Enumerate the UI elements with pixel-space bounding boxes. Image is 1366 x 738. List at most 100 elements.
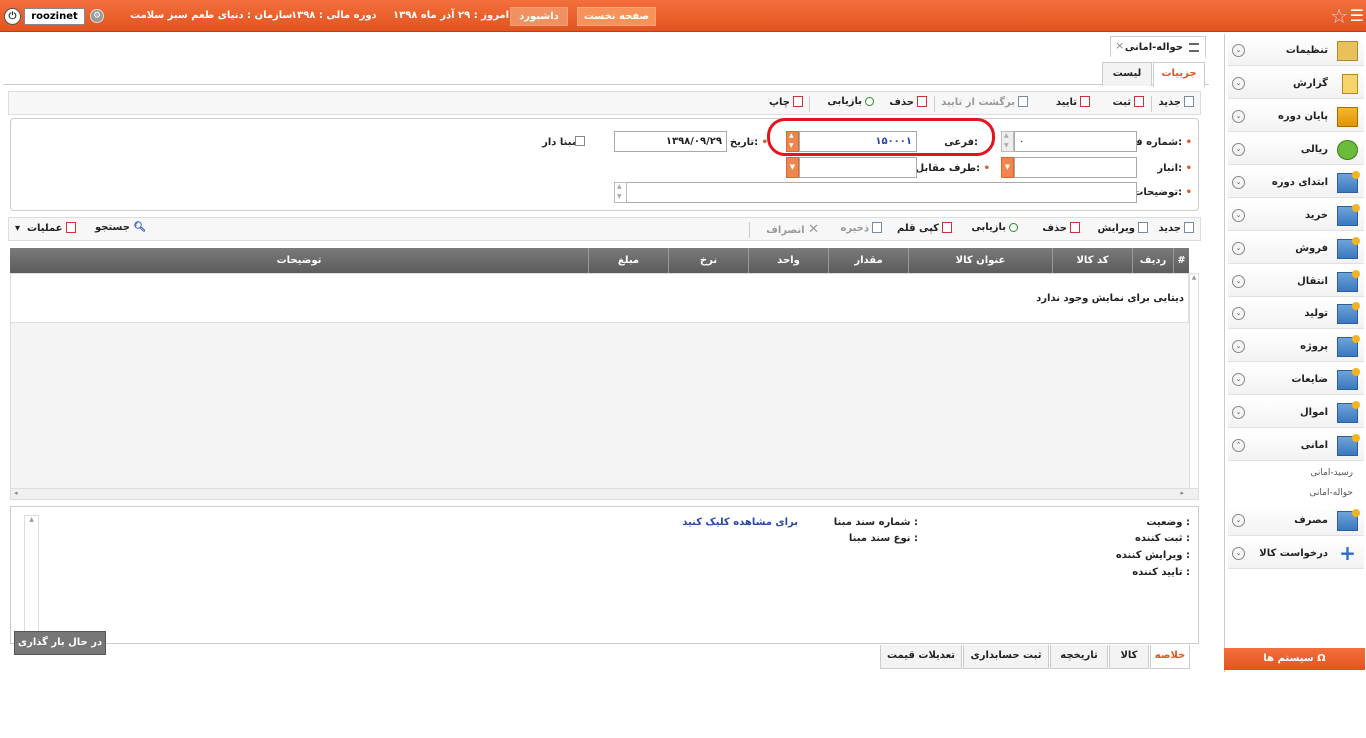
close-icon[interactable]: × (1115, 39, 1124, 52)
column-header[interactable]: عنوان کالا (908, 248, 1052, 273)
tab-accounting[interactable]: ثبت حسابداری (963, 645, 1049, 669)
gear-icon[interactable]: ⚙ (90, 9, 104, 23)
approve-icon (1080, 96, 1090, 107)
sidebar-item-sales[interactable]: فروش ⌄ (1228, 234, 1364, 264)
item-copy-button[interactable]: کپی قلم (897, 222, 952, 234)
tab-history[interactable]: تاریخچه (1050, 645, 1108, 669)
chevron-down-icon[interactable]: ⌄ (1232, 44, 1245, 57)
sidebar-subitem-consignment-receipt[interactable]: رسید-امانی (1310, 468, 1353, 478)
sidebar-item-project[interactable]: پروژه ⌄ (1228, 332, 1364, 362)
operations-button[interactable]: ▾ عملیات (15, 222, 76, 234)
username-box: roozinet (24, 8, 85, 25)
sidebar-item-goods-request[interactable]: + درخواست کالا ⌄ (1228, 539, 1364, 569)
menu-icon[interactable]: ☰ (1350, 6, 1364, 25)
sidebar-subitem-consignment-remittance[interactable]: حواله-امانی (1309, 488, 1353, 498)
date-input[interactable]: ۱۳۹۸/۰۹/۲۹ (614, 131, 727, 152)
column-header[interactable]: واحد (748, 248, 828, 273)
dashboard-button[interactable]: داشبورد (510, 7, 568, 26)
tab-list[interactable]: لیست (1102, 62, 1152, 86)
description-input[interactable] (614, 182, 1137, 203)
document-tab-title: حواله-امانی (1124, 42, 1183, 53)
sidebar-item-assets[interactable]: اموال ⌄ (1228, 398, 1364, 428)
approve-button[interactable]: تایید (1056, 96, 1090, 108)
chevron-down-icon[interactable]: ⌄ (1232, 110, 1245, 123)
chevron-down-icon[interactable]: ⌄ (1232, 340, 1245, 353)
item-cancel-button[interactable]: انصراف ✕ (766, 222, 819, 237)
column-header[interactable]: ردیف (1132, 248, 1173, 273)
chevron-down-icon[interactable]: ⌄ (1232, 275, 1245, 288)
column-header[interactable]: # (1173, 248, 1189, 273)
table-icon (1337, 401, 1360, 423)
sidebar-item-label: تولید (1304, 308, 1328, 319)
column-header[interactable]: مقدار (828, 248, 908, 273)
description-spinner[interactable] (614, 182, 627, 203)
sidebar-item-transfer[interactable]: انتقال ⌄ (1228, 267, 1364, 297)
view-base-doc-link[interactable]: برای مشاهده کلیک کنید (682, 517, 798, 528)
sidebar-item-consignment[interactable]: امانی ⌃ (1228, 431, 1364, 461)
print-button[interactable]: چاپ (769, 96, 803, 108)
chevron-down-icon[interactable]: ⌄ (1232, 373, 1245, 386)
unapprove-button[interactable]: برگشت از تایید (941, 96, 1028, 108)
delete-button[interactable]: حذف (889, 96, 927, 108)
empty-grid-message: دیتایی برای نمایش وجود ندارد (1036, 293, 1184, 304)
column-header[interactable]: مبلغ (588, 248, 668, 273)
warehouse-label: انبار: • (1157, 163, 1192, 174)
warehouse-dropdown-icon[interactable]: ▼ (1001, 157, 1014, 178)
sidebar-item-label: خرید (1305, 210, 1328, 221)
counterparty-select[interactable] (799, 157, 917, 178)
column-header[interactable]: توضیحات (10, 248, 588, 273)
tab-goods[interactable]: کالا (1109, 645, 1149, 669)
systems-button[interactable]: سیستم ها Ω (1224, 648, 1365, 670)
item-refresh-button[interactable]: بازیابی (971, 222, 1018, 233)
grid-vertical-scrollbar[interactable]: ▲ (1189, 273, 1199, 489)
chevron-down-icon[interactable]: ⌄ (1232, 406, 1245, 419)
tab-price-adjustments[interactable]: تعدیلات قیمت (880, 645, 962, 669)
home-button[interactable]: صفحه نخست (577, 7, 656, 26)
sidebar-item-purchase[interactable]: خرید ⌄ (1228, 201, 1364, 231)
search-button[interactable]: جستجو 🔍︎ (95, 222, 146, 233)
warehouse-select[interactable] (1014, 157, 1137, 178)
chevron-down-icon[interactable]: ⌄ (1232, 209, 1245, 222)
item-edit-button[interactable]: ویرایش (1097, 222, 1148, 234)
item-save-button[interactable]: ذخیره (840, 222, 882, 234)
based-checkbox[interactable] (575, 136, 585, 146)
sidebar-item-consumption[interactable]: مصرف ⌄ (1228, 506, 1364, 536)
today-date: امروز : ۲۹ آذر ماه ۱۳۹۸ (393, 10, 510, 21)
save-button[interactable]: ثبت (1113, 96, 1144, 108)
chevron-down-icon[interactable]: ⌄ (1232, 547, 1245, 560)
sidebar-item-waste[interactable]: ضایعات ⌄ (1228, 365, 1364, 395)
form-number-input[interactable]: ۰ (1014, 131, 1137, 152)
chevron-down-icon[interactable]: ⌄ (1232, 176, 1245, 189)
save-icon (872, 222, 882, 233)
tab-details[interactable]: جزییات (1153, 62, 1205, 87)
document-tab[interactable]: حواله-امانی × (1110, 36, 1206, 58)
favorite-star-icon[interactable]: ☆ (1330, 4, 1348, 28)
sidebar-item-period-start[interactable]: ابتدای دوره ⌄ (1228, 168, 1364, 198)
table-icon (1337, 368, 1360, 390)
chevron-down-icon[interactable]: ⌄ (1232, 143, 1245, 156)
sidebar-item-report[interactable]: گزارش ⌄ (1228, 69, 1364, 99)
table-icon (1337, 204, 1360, 226)
summary-scrollbar[interactable]: ▲ (24, 515, 39, 633)
counterparty-dropdown-icon[interactable]: ▼ (786, 157, 799, 178)
item-new-button[interactable]: جدید (1158, 222, 1194, 234)
tab-summary[interactable]: خلاصه (1150, 645, 1190, 669)
refresh-button[interactable]: بازیابی (827, 96, 874, 107)
sidebar-item-settings[interactable]: تنظیمات ⌄ (1228, 36, 1364, 66)
sidebar-item-production[interactable]: تولید ⌄ (1228, 299, 1364, 329)
sidebar-item-period-end[interactable]: پایان دوره ⌄ (1228, 102, 1364, 132)
column-header[interactable]: کد کالا (1052, 248, 1132, 273)
form-number-spinner[interactable] (1001, 131, 1014, 152)
sidebar-item-rial[interactable]: ریالی ⌄ (1228, 135, 1364, 165)
chevron-down-icon[interactable]: ⌄ (1232, 242, 1245, 255)
chevron-down-icon[interactable]: ⌄ (1232, 514, 1245, 527)
column-header[interactable]: نرخ (668, 248, 748, 273)
power-icon[interactable]: ⏻ (4, 8, 21, 25)
grid-horizontal-scrollbar[interactable]: ◂ ▸ (10, 488, 1199, 500)
new-button[interactable]: جدید (1158, 96, 1194, 108)
item-delete-button[interactable]: حذف (1042, 222, 1080, 234)
chevron-down-icon[interactable]: ⌄ (1232, 307, 1245, 320)
chevron-up-icon[interactable]: ⌃ (1232, 439, 1245, 452)
refresh-icon (1009, 223, 1018, 232)
chevron-down-icon[interactable]: ⌄ (1232, 77, 1245, 90)
